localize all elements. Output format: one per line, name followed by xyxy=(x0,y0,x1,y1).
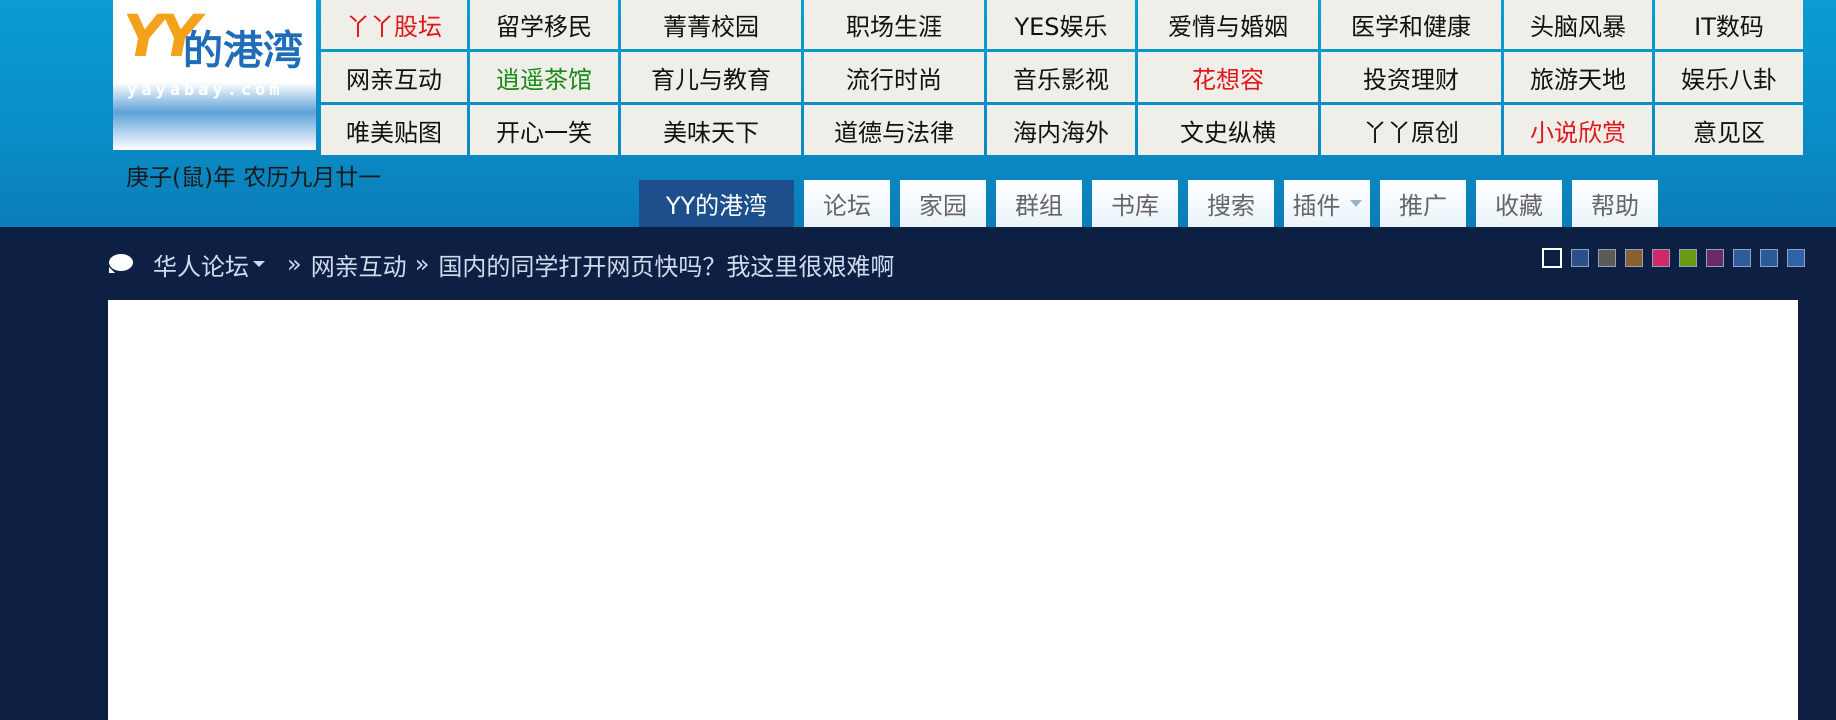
nav-link[interactable]: 丫丫原创 xyxy=(1321,105,1501,155)
main-tabs: YY的港湾 论坛 家园 群组 书库 搜索 插件 推广 收藏 帮助 xyxy=(639,180,1658,227)
nav-link[interactable]: 娱乐八卦 xyxy=(1655,52,1803,102)
tab-item[interactable]: 论坛 xyxy=(804,180,890,227)
theme-color-swatch[interactable] xyxy=(1679,249,1697,267)
nav-link[interactable]: 唯美贴图 xyxy=(321,105,467,155)
nav-link[interactable]: 美味天下 xyxy=(621,105,801,155)
nav-link[interactable]: 育儿与教育 xyxy=(621,52,801,102)
theme-color-swatch[interactable] xyxy=(1571,249,1589,267)
forum-nav-grid: 丫丫股坛 留学移民 菁菁校园 职场生涯 YES娱乐 爱情与婚姻 医学和健康 头脑风暴 IT数码网… xyxy=(321,0,1803,155)
tab-label: 群组 xyxy=(1015,192,1063,220)
tab-label: 收藏 xyxy=(1495,192,1543,220)
tab-label: 推广 xyxy=(1399,192,1447,220)
main-content xyxy=(108,300,1798,720)
chevron-down-icon xyxy=(253,261,265,267)
logo-url: yayabay.com xyxy=(127,80,284,100)
nav-link[interactable]: 花想容 xyxy=(1138,52,1318,102)
tab-label: 家园 xyxy=(919,192,967,220)
nav-link[interactable]: 投资理财 xyxy=(1321,52,1501,102)
theme-color-swatch[interactable] xyxy=(1706,249,1724,267)
nav-link[interactable]: 爱情与婚姻 xyxy=(1138,0,1318,49)
theme-color-swatch[interactable] xyxy=(1625,249,1643,267)
theme-color-swatch[interactable] xyxy=(1542,248,1562,268)
tab-label: 搜索 xyxy=(1207,192,1255,220)
tab-item[interactable]: YY的港湾 xyxy=(639,180,794,227)
nav-link[interactable]: 意见区 xyxy=(1655,105,1803,155)
site-header: YY 的港湾 yayabay.com 丫丫股坛 留学移民 菁菁校园 职场生涯 YES娱乐… xyxy=(0,0,1836,227)
nav-link[interactable]: 医学和健康 xyxy=(1321,0,1501,49)
theme-color-swatch[interactable] xyxy=(1733,249,1751,267)
tab-item[interactable]: 收藏 xyxy=(1476,180,1562,227)
tab-item[interactable]: 家园 xyxy=(900,180,986,227)
nav-link[interactable]: 旅游天地 xyxy=(1504,52,1652,102)
logo-name: 的港湾 xyxy=(183,27,303,74)
tab-item[interactable]: 书库 xyxy=(1092,180,1178,227)
chat-bubble-icon xyxy=(107,254,135,274)
nav-link[interactable]: 小说欣赏 xyxy=(1504,105,1652,155)
site-logo[interactable]: YY 的港湾 yayabay.com xyxy=(113,0,316,150)
nav-link[interactable]: 音乐影视 xyxy=(987,52,1135,102)
nav-link[interactable]: 逍遥茶馆 xyxy=(470,52,618,102)
tab-item[interactable]: 群组 xyxy=(996,180,1082,227)
theme-color-swatch[interactable] xyxy=(1760,249,1778,267)
theme-color-swatch[interactable] xyxy=(1787,249,1805,267)
theme-color-picker xyxy=(1542,248,1805,268)
theme-color-swatch[interactable] xyxy=(1652,249,1670,267)
tab-label: YY的港湾 xyxy=(665,192,768,220)
nav-link[interactable]: 道德与法律 xyxy=(804,105,984,155)
nav-link[interactable]: 流行时尚 xyxy=(804,52,984,102)
nav-link[interactable]: YES娱乐 xyxy=(987,0,1135,49)
lunar-date: 庚子(鼠)年 农历九月廿一 xyxy=(126,165,382,191)
tab-label: 书库 xyxy=(1111,192,1159,220)
nav-link[interactable]: IT数码 xyxy=(1655,0,1803,49)
tab-item[interactable]: 推广 xyxy=(1380,180,1466,227)
tab-label: 帮助 xyxy=(1591,192,1639,220)
breadcrumb: 华人论坛 » 网亲互动 » 国内的同学打开网页快吗？我这里很艰难啊 xyxy=(107,244,894,284)
nav-link[interactable]: 网亲互动 xyxy=(321,52,467,102)
breadcrumb-separator: » xyxy=(287,250,302,278)
breadcrumb-root[interactable]: 华人论坛 xyxy=(153,247,265,282)
nav-link[interactable]: 文史纵横 xyxy=(1138,105,1318,155)
breadcrumb-forum[interactable]: 网亲互动 xyxy=(311,247,407,282)
nav-link[interactable]: 职场生涯 xyxy=(804,0,984,49)
tab-item[interactable]: 搜索 xyxy=(1188,180,1274,227)
tab-item[interactable]: 帮助 xyxy=(1572,180,1658,227)
breadcrumb-separator: » xyxy=(414,250,430,278)
nav-link[interactable]: 开心一笑 xyxy=(470,105,618,155)
tab-label: 插件 xyxy=(1292,192,1341,220)
nav-link[interactable]: 海内海外 xyxy=(987,105,1135,155)
tab-item[interactable]: 插件 xyxy=(1284,180,1370,227)
nav-link[interactable]: 丫丫股坛 xyxy=(321,0,467,49)
theme-color-swatch[interactable] xyxy=(1598,249,1616,267)
nav-link[interactable]: 头脑风暴 xyxy=(1504,0,1652,49)
nav-link[interactable]: 菁菁校园 xyxy=(621,0,801,49)
tab-label: 论坛 xyxy=(823,192,871,220)
nav-link[interactable]: 留学移民 xyxy=(470,0,618,49)
breadcrumb-root-label: 华人论坛 xyxy=(153,252,249,281)
breadcrumb-thread[interactable]: 国内的同学打开网页快吗？我这里很艰难啊 xyxy=(438,247,894,282)
chevron-down-icon xyxy=(1349,200,1362,207)
